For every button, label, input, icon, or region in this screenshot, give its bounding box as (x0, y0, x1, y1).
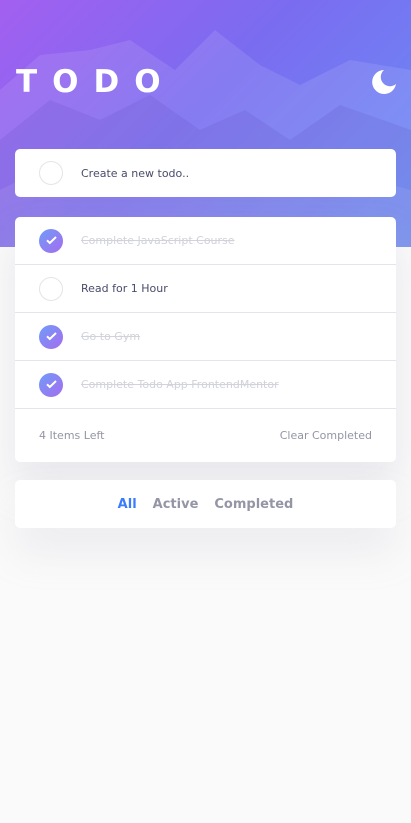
list-footer: 4 Items Left Clear Completed (15, 409, 396, 461)
filter-active-tab[interactable]: Active (153, 497, 199, 512)
todo-text: Go to Gym (81, 330, 141, 343)
todo-checkbox[interactable] (39, 276, 63, 301)
todo-text: Complete Todo App FrontendMentor (81, 378, 279, 391)
filter-bar: All Active Completed (15, 480, 396, 528)
clear-completed-button[interactable]: Clear Completed (280, 429, 372, 442)
todo-item[interactable]: Go to Gym (15, 313, 396, 361)
todo-checkbox[interactable] (39, 324, 63, 349)
todo-checkbox[interactable] (39, 228, 63, 253)
todo-list: Complete JavaScript Course Read for 1 Ho… (15, 217, 396, 462)
check-icon (45, 332, 57, 341)
todo-checkbox[interactable] (39, 372, 63, 397)
filter-all-tab[interactable]: All (118, 497, 137, 512)
items-left-count: 4 Items Left (39, 428, 105, 442)
new-todo-bar (15, 149, 396, 197)
theme-toggle-button[interactable] (371, 69, 397, 95)
todo-item[interactable]: Read for 1 Hour (15, 265, 396, 313)
mountain-image (0, 30, 411, 247)
todo-text: Read for 1 Hour (81, 282, 168, 295)
check-icon (45, 236, 57, 245)
todo-text: Complete JavaScript Course (81, 234, 235, 247)
check-icon (45, 380, 57, 389)
header-background: TODO (0, 0, 411, 247)
todo-item[interactable]: Complete Todo App FrontendMentor (15, 361, 396, 409)
filter-completed-tab[interactable]: Completed (214, 497, 293, 512)
new-todo-checkbox[interactable] (39, 161, 63, 185)
new-todo-input[interactable] (81, 166, 371, 180)
todo-item[interactable]: Complete JavaScript Course (15, 217, 396, 265)
page-title: TODO (16, 64, 176, 100)
moon-icon (372, 70, 396, 94)
